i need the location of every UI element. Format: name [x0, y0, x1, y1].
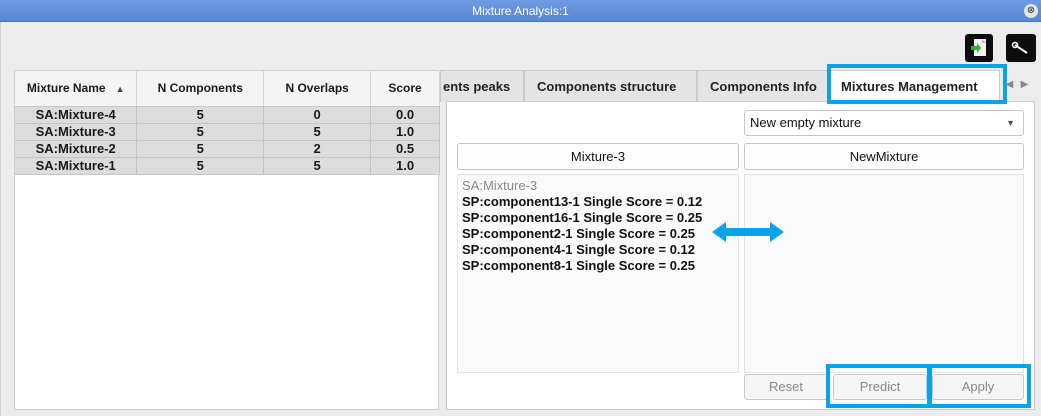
left-mixture-list[interactable]: SA:Mixture-3 SP:component13-1 Single Sco… — [457, 174, 739, 373]
window-titlebar: Mixture Analysis:1 ⊗ — [0, 0, 1041, 22]
mixture-name-cell: SA:Mixture-3 — [15, 123, 138, 141]
left-mixture-header-button[interactable]: Mixture-3 — [457, 143, 739, 170]
apply-button[interactable]: Apply — [932, 374, 1024, 400]
settings-button[interactable] — [1006, 34, 1036, 62]
n-overlaps-cell: 2 — [263, 140, 372, 158]
column-header-score[interactable]: Score — [370, 71, 440, 107]
column-header-mixture-name[interactable]: Mixture Name ▲ — [15, 71, 138, 107]
n-components-cell: 5 — [136, 140, 265, 158]
mixture-name-cell: SA:Mixture-1 — [15, 157, 138, 175]
score-cell: 0.0 — [370, 106, 440, 124]
mixture-name-cell: SA:Mixture-4 — [15, 106, 138, 124]
tab-scroll-right-icon[interactable]: ▶ — [1019, 76, 1030, 94]
tab-mixtures-management[interactable]: Mixtures Management — [828, 70, 1000, 103]
n-components-cell: 5 — [136, 123, 265, 141]
tab-bar: ents peaks Components structure Componen… — [440, 70, 1035, 103]
list-item[interactable]: SP:component4-1 Single Score = 0.12 — [462, 242, 734, 258]
table-row[interactable]: SA:Mixture-4 5 0 0.0 — [15, 106, 440, 124]
tab-scroll-left-icon[interactable]: ◀ — [1004, 76, 1015, 94]
tab-components-info[interactable]: Components Info — [697, 70, 828, 102]
tab-components-structure[interactable]: Components structure — [524, 70, 697, 102]
predict-button[interactable]: Predict — [833, 374, 927, 400]
mixture-dropdown[interactable]: New empty mixture ▼ — [744, 110, 1024, 136]
list-title: SA:Mixture-3 — [462, 178, 538, 193]
n-components-cell: 5 — [136, 157, 265, 175]
double-arrow-icon — [712, 222, 784, 242]
list-item[interactable]: SP:component8-1 Single Score = 0.25 — [462, 258, 734, 274]
export-button[interactable] — [965, 34, 993, 62]
mixtures-table-pane: Mixture Name ▲ N Components N Overlaps Sc… — [14, 70, 440, 410]
n-components-cell: 5 — [136, 106, 265, 124]
n-overlaps-cell: 5 — [263, 123, 372, 141]
score-cell: 0.5 — [370, 140, 440, 158]
close-icon[interactable]: ⊗ — [1024, 4, 1038, 18]
n-overlaps-cell: 5 — [263, 157, 372, 175]
chevron-down-icon: ▼ — [1006, 118, 1015, 128]
table-row[interactable]: SA:Mixture-2 5 2 0.5 — [15, 140, 440, 158]
wrench-icon — [1011, 41, 1028, 54]
n-overlaps-cell: 0 — [263, 106, 372, 124]
dropdown-value: New empty mixture — [750, 115, 862, 130]
right-mixture-header-button[interactable]: NewMixture — [744, 143, 1024, 170]
table-row[interactable]: SA:Mixture-1 5 5 1.0 — [15, 157, 440, 175]
mixture-name-cell: SA:Mixture-2 — [15, 140, 138, 158]
column-header-n-overlaps[interactable]: N Overlaps — [263, 71, 372, 107]
table-row[interactable]: SA:Mixture-3 5 5 1.0 — [15, 123, 440, 141]
score-cell: 1.0 — [370, 123, 440, 141]
list-item[interactable]: SP:component16-1 Single Score = 0.25 — [462, 210, 734, 226]
tab-components-peaks[interactable]: ents peaks — [440, 70, 524, 102]
score-cell: 1.0 — [370, 157, 440, 175]
reset-button[interactable]: Reset — [744, 374, 828, 400]
right-mixture-list[interactable] — [744, 174, 1024, 373]
sort-ascending-icon: ▲ — [115, 84, 125, 95]
list-item[interactable]: SP:component13-1 Single Score = 0.12 — [462, 194, 734, 210]
column-header-n-components[interactable]: N Components — [136, 71, 265, 107]
window-title: Mixture Analysis:1 — [472, 4, 569, 18]
mixtures-table: Mixture Name ▲ N Components N Overlaps Sc… — [15, 71, 440, 175]
list-item[interactable]: SP:component2-1 Single Score = 0.25 — [462, 226, 734, 242]
export-icon — [971, 39, 986, 56]
